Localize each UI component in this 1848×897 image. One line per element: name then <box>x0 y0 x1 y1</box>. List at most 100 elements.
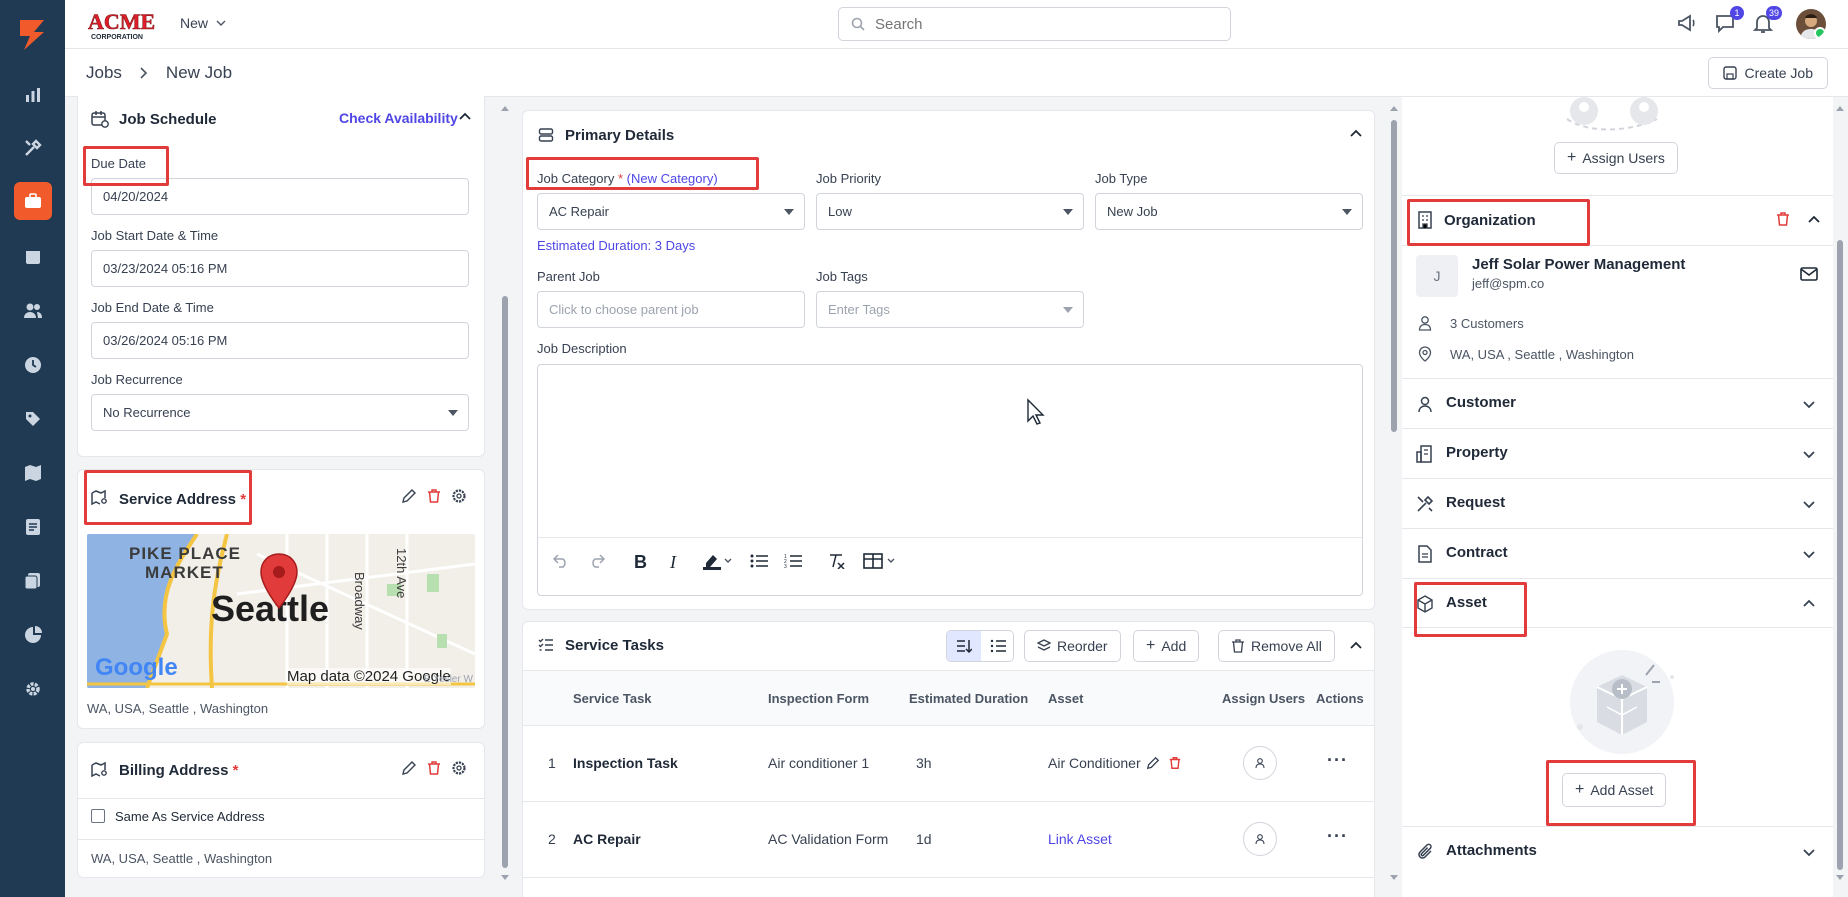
svg-text:3: 3 <box>784 564 787 569</box>
scroll-down-icon[interactable] <box>1835 874 1845 882</box>
search-box[interactable] <box>838 7 1231 41</box>
center-scrollbar[interactable] <box>1391 120 1397 432</box>
service-address-map[interactable]: PIKE PLACE MARKET Broadway 12th Ave Seat… <box>87 534 475 688</box>
nav-jobs-icon[interactable] <box>14 182 52 220</box>
highlighter-icon[interactable] <box>702 552 732 570</box>
job-category-select[interactable]: AC Repair <box>537 193 805 230</box>
edit-icon[interactable] <box>401 760 417 776</box>
table-row[interactable]: 1 Inspection Task Air conditioner 1 3h A… <box>523 726 1374 802</box>
nav-files-icon[interactable] <box>16 564 50 598</box>
column-header[interactable]: Assign Users <box>1222 691 1305 706</box>
trash-icon[interactable] <box>1775 211 1791 227</box>
megaphone-icon[interactable] <box>1676 12 1700 36</box>
estimated-duration: 1d <box>916 831 932 847</box>
same-as-service-checkbox[interactable] <box>91 809 105 823</box>
start-date-field[interactable]: 03/23/2024 05:16 PM <box>91 250 469 287</box>
nav-tools-icon[interactable] <box>16 131 50 165</box>
left-scrollbar[interactable] <box>502 296 508 868</box>
trash-icon[interactable] <box>426 760 442 776</box>
settings-icon[interactable] <box>451 760 467 776</box>
column-header[interactable]: Service Task <box>573 691 652 706</box>
list-view-button[interactable] <box>981 631 1013 661</box>
table-row[interactable]: 2 AC Repair AC Validation Form 1d Link A… <box>523 802 1374 878</box>
scroll-up-icon[interactable] <box>1835 104 1845 112</box>
customer-section[interactable]: Customer <box>1402 378 1833 428</box>
nav-chart-icon[interactable] <box>16 78 50 112</box>
location-icon <box>1418 346 1432 362</box>
sort-view-button[interactable] <box>947 631 981 661</box>
column-header[interactable]: Asset <box>1048 691 1083 706</box>
redo-icon[interactable] <box>589 554 605 568</box>
row-actions-icon[interactable]: ··· <box>1327 750 1348 771</box>
job-type-select[interactable]: New Job <box>1095 193 1363 230</box>
trash-icon[interactable] <box>426 488 442 504</box>
nav-clock-icon[interactable] <box>16 348 50 382</box>
link-asset-link[interactable]: Link Asset <box>1048 831 1112 847</box>
row-actions-icon[interactable]: ··· <box>1327 826 1348 847</box>
nav-settings-icon[interactable] <box>16 672 50 706</box>
acme-logo[interactable]: ACME CORPORATION <box>87 8 159 42</box>
edit-icon[interactable] <box>1146 756 1160 770</box>
nav-pie-chart-icon[interactable] <box>16 618 50 652</box>
job-priority-select[interactable]: Low <box>816 193 1084 230</box>
italic-icon[interactable]: I <box>670 552 676 573</box>
scroll-down-icon[interactable] <box>500 874 510 882</box>
app-logo-icon[interactable] <box>12 14 52 54</box>
right-scrollbar[interactable] <box>1837 240 1843 870</box>
billing-address-card: Billing Address * Same As Service Addres… <box>77 742 485 878</box>
check-availability-link[interactable]: Check Availability <box>339 110 458 126</box>
parent-job-field[interactable]: Click to choose parent job <box>537 291 805 328</box>
edit-icon[interactable] <box>401 488 417 504</box>
scroll-up-icon[interactable] <box>1389 104 1399 112</box>
settings-icon[interactable] <box>451 488 467 504</box>
chevron-up-icon[interactable] <box>1350 129 1362 137</box>
bullet-list-icon[interactable] <box>750 554 768 568</box>
assign-user-button[interactable] <box>1243 746 1277 780</box>
contract-section[interactable]: Contract <box>1402 528 1833 578</box>
attachments-section[interactable]: Attachments <box>1402 826 1833 876</box>
property-section[interactable]: Property <box>1402 428 1833 478</box>
end-date-field[interactable]: 03/26/2024 05:16 PM <box>91 322 469 359</box>
table-icon[interactable] <box>863 553 899 569</box>
assign-user-button[interactable] <box>1243 822 1277 856</box>
user-avatar[interactable] <box>1796 9 1826 39</box>
end-date-value: 03/26/2024 05:16 PM <box>103 333 228 348</box>
new-dropdown[interactable]: New <box>180 15 226 31</box>
chevron-up-icon[interactable] <box>459 112 471 120</box>
chat-icon[interactable]: 1 <box>1714 6 1744 36</box>
bell-icon[interactable]: 39 <box>1752 6 1782 36</box>
job-description-editor[interactable]: B I 123 <box>537 364 1363 596</box>
column-header[interactable]: Actions <box>1316 691 1364 706</box>
column-header[interactable]: Inspection Form <box>768 691 869 706</box>
nav-users-icon[interactable] <box>16 294 50 328</box>
mail-icon[interactable] <box>1800 267 1818 281</box>
numbered-list-icon[interactable]: 123 <box>784 553 802 569</box>
breadcrumb-jobs-link[interactable]: Jobs <box>86 63 122 83</box>
request-section[interactable]: Request <box>1402 478 1833 528</box>
bold-icon[interactable]: B <box>634 552 647 573</box>
chevron-up-icon[interactable] <box>1350 641 1362 649</box>
trash-icon[interactable] <box>1168 756 1182 770</box>
nav-calendar-icon[interactable] <box>16 240 50 274</box>
recurrence-select[interactable]: No Recurrence <box>91 394 469 431</box>
create-job-button[interactable]: Create Job <box>1707 57 1828 89</box>
chevron-down-icon <box>1803 401 1815 409</box>
scroll-up-icon[interactable] <box>500 104 510 112</box>
reorder-button[interactable]: Reorder <box>1024 630 1121 662</box>
org-name[interactable]: Jeff Solar Power Management <box>1472 256 1685 273</box>
service-tasks-card: Service Tasks Reorder + Add Remove All Se… <box>522 621 1375 897</box>
chevron-up-icon[interactable] <box>1808 215 1820 223</box>
clear-format-icon[interactable] <box>828 553 846 569</box>
search-input[interactable] <box>875 15 1175 33</box>
scroll-down-icon[interactable] <box>1389 874 1399 882</box>
add-task-button[interactable]: + Add <box>1133 630 1200 662</box>
estimated-duration-text: Estimated Duration: 3 Days <box>537 238 696 253</box>
remove-all-button[interactable]: Remove All <box>1218 630 1335 662</box>
assign-users-button[interactable]: + Assign Users <box>1554 142 1678 174</box>
undo-icon[interactable] <box>553 554 569 568</box>
nav-map-icon[interactable] <box>16 456 50 490</box>
nav-document-icon[interactable] <box>16 510 50 544</box>
column-header[interactable]: Estimated Duration <box>909 691 1028 706</box>
job-tags-select[interactable]: Enter Tags <box>816 291 1084 328</box>
nav-tag-icon[interactable] <box>16 402 50 436</box>
